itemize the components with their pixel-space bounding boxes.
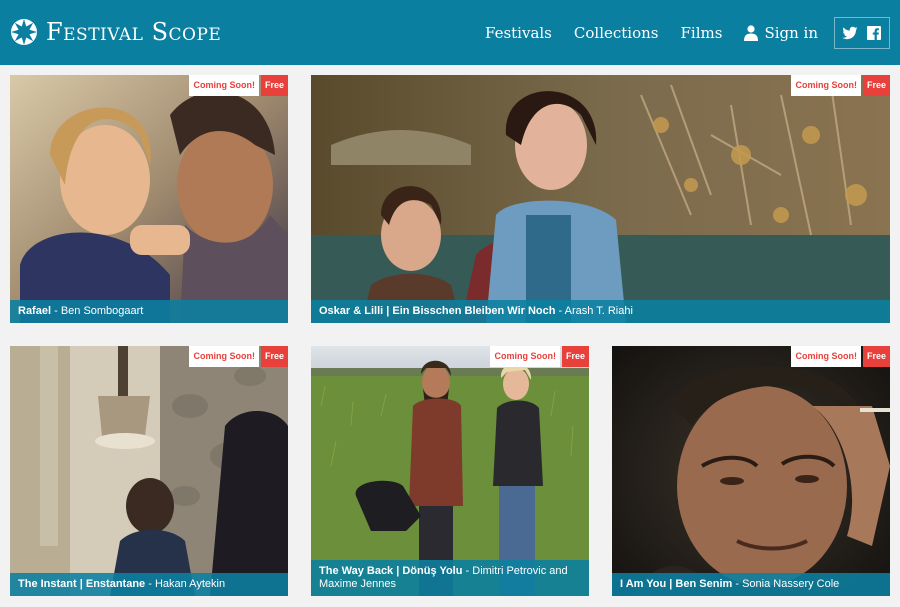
nav-films[interactable]: Films [681, 24, 723, 42]
film-director: Hakan Aytekin [154, 578, 226, 590]
coming-soon-badge: Coming Soon! [791, 75, 861, 96]
badges: Coming Soon! Free [490, 346, 589, 367]
sign-in-label: Sign in [764, 24, 818, 42]
social-links [834, 17, 890, 49]
free-badge: Free [260, 75, 288, 96]
film-title: Rafael [18, 305, 52, 317]
coming-soon-badge: Coming Soon! [791, 346, 861, 367]
nav-festivals[interactable]: Festivals [485, 24, 552, 42]
facebook-icon[interactable] [866, 25, 882, 41]
film-still-image [10, 346, 288, 596]
film-title: The Way Back | Dönüş Yolu [319, 565, 463, 577]
film-director: Sonia Nassery Cole [742, 578, 840, 590]
free-badge: Free [561, 346, 589, 367]
site-header: Festival Scope Festivals Collections Fil… [0, 0, 900, 65]
film-director: Arash T. Riahi [564, 305, 633, 317]
sign-in-link[interactable]: Sign in [744, 24, 818, 42]
film-card-the-instant[interactable]: Coming Soon! Free The Instant | Enstanta… [10, 346, 288, 596]
nav-collections[interactable]: Collections [574, 24, 659, 42]
badges: Coming Soon! Free [791, 75, 890, 96]
free-badge: Free [862, 75, 890, 96]
film-caption: The Instant | Enstantane - Hakan Aytekin [10, 573, 288, 596]
film-still-image [311, 75, 890, 323]
film-director: Ben Sombogaart [60, 305, 144, 317]
film-title: The Instant | Enstantane [18, 578, 146, 590]
badges: Coming Soon! Free [189, 75, 288, 96]
site-logo[interactable]: Festival Scope [10, 15, 221, 49]
film-reel-icon [11, 19, 37, 45]
twitter-icon[interactable] [842, 25, 858, 41]
film-card-the-way-back[interactable]: Coming Soon! Free The Way Back | Dönüş Y… [311, 346, 589, 596]
coming-soon-badge: Coming Soon! [189, 75, 259, 96]
film-card-rafael[interactable]: Coming Soon! Free Rafael - Ben Sombogaar… [10, 75, 288, 323]
film-card-oskar-lilli[interactable]: Coming Soon! Free Oskar & Lilli | Ein Bi… [311, 75, 890, 323]
free-badge: Free [862, 346, 890, 367]
user-icon [744, 25, 759, 41]
coming-soon-badge: Coming Soon! [490, 346, 560, 367]
film-title: Oskar & Lilli | Ein Bisschen Bleiben Wir… [319, 305, 556, 317]
film-still-image [10, 75, 288, 323]
film-still-image [311, 346, 589, 596]
badges: Coming Soon! Free [189, 346, 288, 367]
coming-soon-badge: Coming Soon! [189, 346, 259, 367]
film-title: I Am You | Ben Senim [620, 578, 733, 590]
main-nav: Festivals Collections Films Sign in [463, 16, 890, 50]
film-caption: Rafael - Ben Sombogaart [10, 300, 288, 323]
film-caption: Oskar & Lilli | Ein Bisschen Bleiben Wir… [311, 300, 890, 323]
badges: Coming Soon! Free [791, 346, 890, 367]
brand-name: Festival Scope [46, 18, 222, 46]
film-card-i-am-you[interactable]: Coming Soon! Free I Am You | Ben Senim -… [612, 346, 890, 596]
free-badge: Free [260, 346, 288, 367]
film-caption: I Am You | Ben Senim - Sonia Nassery Col… [612, 573, 890, 596]
film-caption: The Way Back | Dönüş Yolu - Dimitri Petr… [311, 560, 589, 596]
film-still-image [612, 346, 890, 596]
